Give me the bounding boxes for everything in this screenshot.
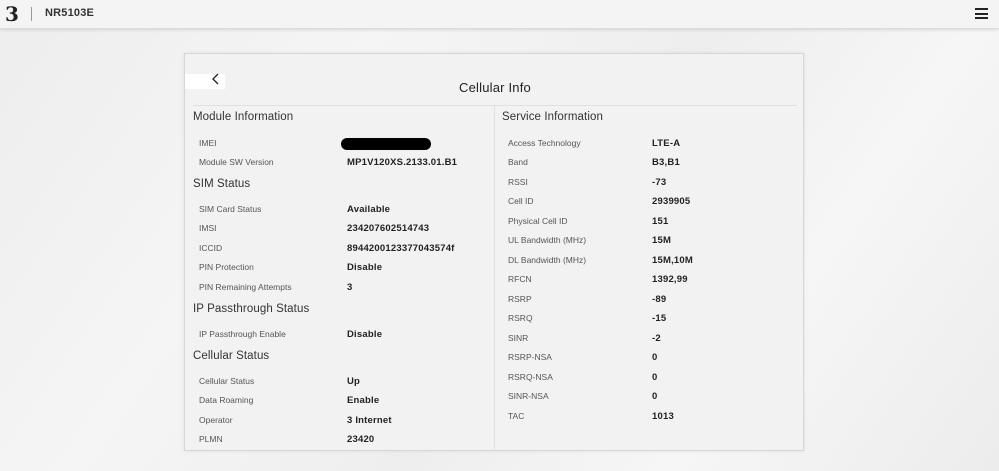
value-rsrp: -89 [652, 294, 667, 305]
hamburger-menu-icon[interactable] [975, 8, 988, 19]
label-operator: Operator [199, 415, 233, 425]
value-physical-cell-id: 151 [652, 216, 669, 227]
section-cellular-status: Cellular Status [193, 350, 270, 362]
value-sinr: -2 [652, 333, 661, 344]
header-divider [31, 7, 32, 21]
value-iccid: 8944200123377043574f [347, 243, 455, 254]
label-sim-card-status: SIM Card Status [199, 204, 262, 214]
title-divider [193, 105, 797, 106]
label-module-sw-version: Module SW Version [199, 157, 274, 167]
value-pin-remaining-attempts: 3 [347, 282, 353, 293]
value-plmn: 23420 [347, 434, 375, 445]
label-iccid: ICCID [199, 243, 223, 253]
label-ip-passthrough-enable: IP Passthrough Enable [199, 329, 286, 339]
value-access-technology: LTE-A [652, 138, 681, 149]
label-pin-remaining-attempts: PIN Remaining Attempts [199, 282, 292, 292]
label-rssi: RSSI [508, 177, 528, 187]
value-sinr-nsa: 0 [652, 391, 658, 402]
value-cell-id: 2939905 [652, 196, 691, 207]
value-rssi: -73 [652, 177, 667, 188]
column-divider [494, 106, 495, 451]
label-cell-id: Cell ID [508, 196, 534, 206]
label-physical-cell-id: Physical Cell ID [508, 216, 568, 226]
imei-value-redacted [341, 138, 431, 150]
value-module-sw-version: MP1V120XS.2133.01.B1 [347, 157, 458, 168]
value-imsi: 234207602514743 [347, 223, 430, 234]
label-rsrp-nsa: RSRP-NSA [508, 352, 552, 362]
cellular-info-card: Cellular Info Module Information IMEI Mo… [184, 53, 804, 451]
device-model: NR5103E [45, 7, 95, 19]
label-data-roaming: Data Roaming [199, 395, 254, 405]
value-tac: 1013 [652, 411, 674, 422]
label-access-technology: Access Technology [508, 138, 581, 148]
value-data-roaming: Enable [347, 395, 380, 406]
label-imei: IMEI [199, 138, 217, 148]
value-ip-passthrough-enable: Disable [347, 329, 383, 340]
value-rsrp-nsa: 0 [652, 352, 658, 363]
label-pin-protection: PIN Protection [199, 262, 254, 272]
value-band: B3,B1 [652, 157, 680, 168]
label-sinr-nsa: SINR-NSA [508, 391, 549, 401]
section-ip-passthrough-status: IP Passthrough Status [193, 303, 310, 315]
label-dl-bandwidth: DL Bandwidth (MHz) [508, 255, 587, 265]
label-sinr: SINR [508, 333, 529, 343]
value-ul-bandwidth: 15M [652, 235, 672, 246]
top-bar: 3 NR5103E [0, 0, 999, 29]
value-rfcn: 1392,99 [652, 274, 688, 285]
section-module-information: Module Information [193, 111, 294, 123]
value-rsrq: -15 [652, 313, 667, 324]
label-band: Band [508, 157, 528, 167]
section-sim-status: SIM Status [193, 178, 251, 190]
value-operator: 3 Internet [347, 415, 392, 426]
label-imsi: IMSI [199, 223, 217, 233]
value-sim-card-status: Available [347, 204, 391, 215]
label-tac: TAC [508, 411, 525, 421]
label-rsrq: RSRQ [508, 313, 533, 323]
label-rfcn: RFCN [508, 274, 532, 284]
value-rsrq-nsa: 0 [652, 372, 658, 383]
value-pin-protection: Disable [347, 262, 383, 273]
label-cellular-status: Cellular Status [199, 376, 255, 386]
section-service-information: Service Information [502, 111, 603, 123]
value-dl-bandwidth: 15M,10M [652, 255, 694, 266]
value-cellular-status: Up [347, 376, 361, 387]
label-rsrp: RSRP [508, 294, 532, 304]
label-plmn: PLMN [199, 434, 223, 444]
three-logo-icon: 3 [5, 2, 19, 26]
label-rsrq-nsa: RSRQ-NSA [508, 372, 553, 382]
page-title: Cellular Info [459, 80, 531, 95]
label-ul-bandwidth: UL Bandwidth (MHz) [508, 235, 587, 245]
